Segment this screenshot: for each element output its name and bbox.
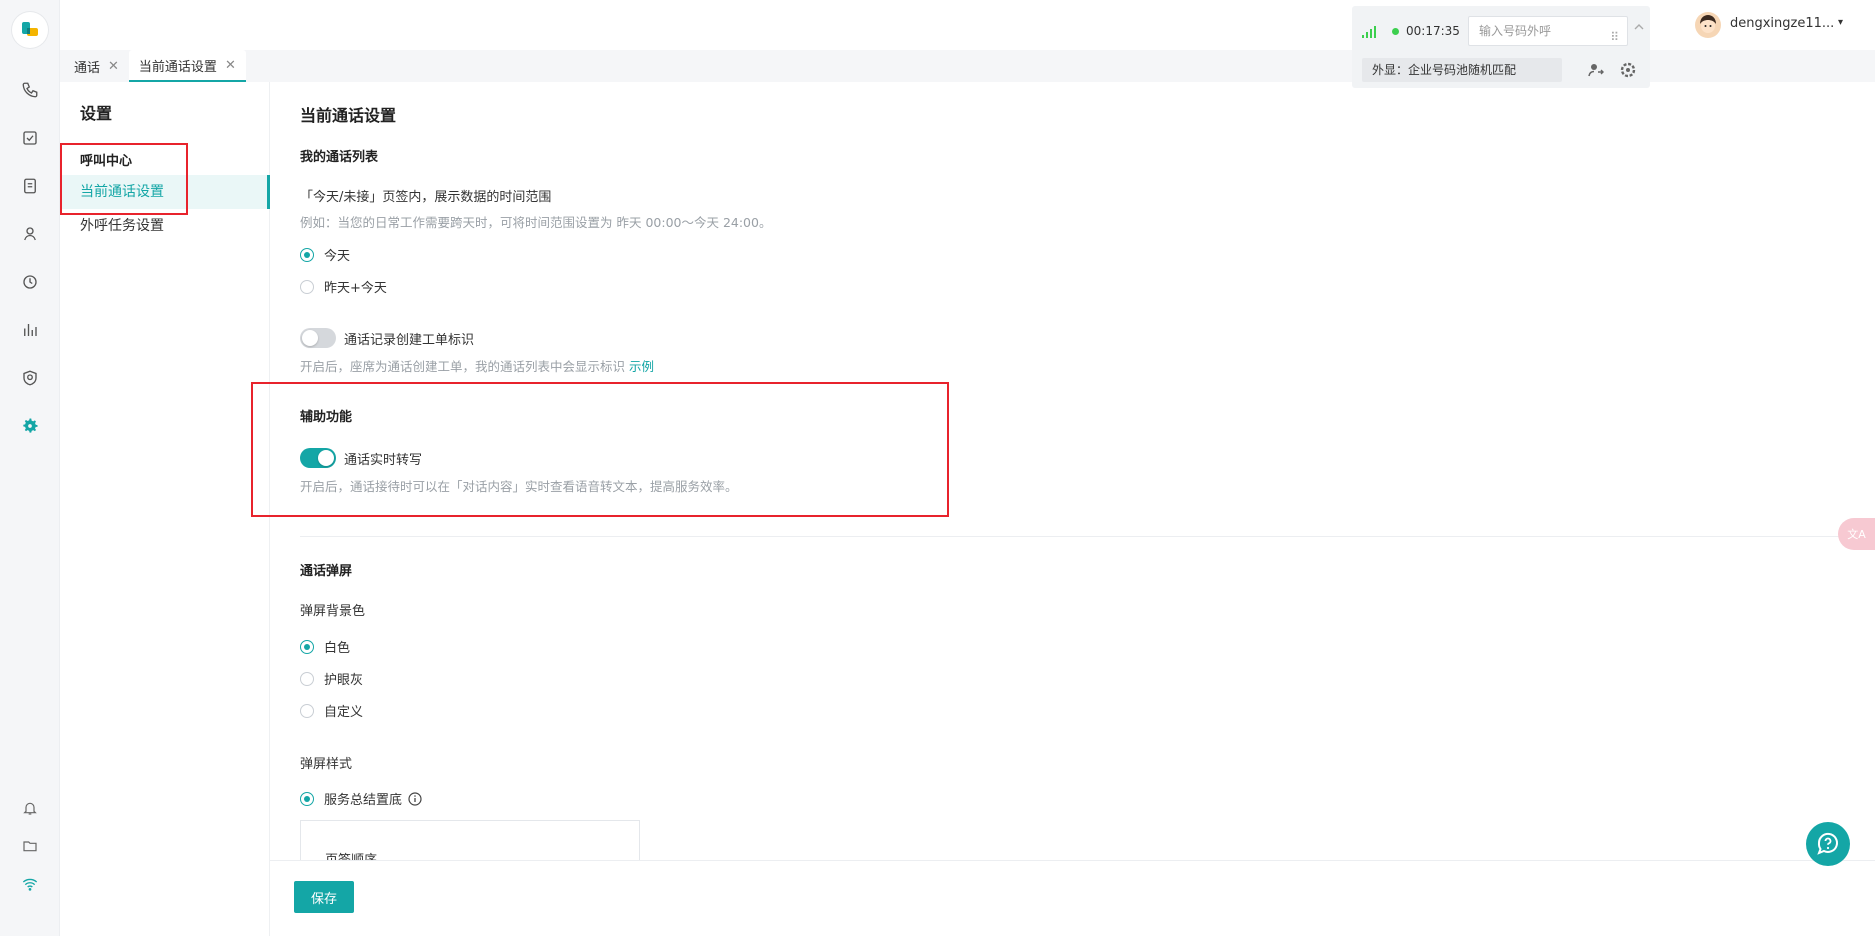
ticket-mark-switch-row: 通话记录创建工单标识 bbox=[300, 328, 474, 348]
folder-icon[interactable] bbox=[18, 834, 42, 858]
caller-display[interactable]: 外显：企业号码池随机匹配 bbox=[1362, 58, 1562, 82]
left-rail bbox=[0, 0, 60, 936]
realtime-transcription-toggle[interactable] bbox=[300, 448, 336, 468]
ticket-mark-hint: 开启后，座席为通话创建工单，我的通话列表中会显示标识 示例 bbox=[300, 356, 654, 375]
radio-label: 服务总结置底 bbox=[324, 793, 403, 808]
radio-label: 昨天+今天 bbox=[324, 281, 387, 296]
tab-label: 当前通话设置 bbox=[138, 59, 217, 75]
transcription-hint: 开启后，通话接待时可以在「对话内容」实时查看语音转文本，提高服务效率。 bbox=[300, 479, 738, 494]
bar-chart-icon[interactable] bbox=[18, 318, 42, 342]
radio-yesterday-today[interactable]: 昨天+今天 bbox=[300, 277, 387, 296]
close-icon[interactable]: ✕ bbox=[225, 58, 236, 73]
info-icon[interactable] bbox=[408, 791, 422, 806]
help-question-icon bbox=[1817, 832, 1838, 855]
call-list-hint: 例如：当您的日常工作需要跨天时，可将时间范围设置为 昨天 00:00～今天 24… bbox=[300, 215, 772, 230]
settings-gear-icon[interactable] bbox=[18, 414, 42, 438]
radio-label: 今天 bbox=[324, 249, 351, 264]
help-float-button[interactable] bbox=[1806, 822, 1850, 866]
radio-dot bbox=[300, 247, 314, 262]
popup-style-label: 弹屏样式 bbox=[300, 757, 353, 772]
sidebar-title: 设置 bbox=[80, 104, 113, 123]
task-check-icon[interactable] bbox=[18, 126, 42, 150]
dial-input[interactable]: 输入号码外呼 ⠿ bbox=[1468, 16, 1628, 46]
sidebar-group-call-center: 呼叫中心 bbox=[80, 154, 133, 169]
widget-settings-icon[interactable] bbox=[1620, 62, 1636, 78]
radio-label: 白色 bbox=[324, 641, 351, 656]
section-divider bbox=[300, 536, 1875, 537]
radio-bg-white[interactable]: 白色 bbox=[300, 637, 350, 656]
page-title: 当前通话设置 bbox=[300, 106, 397, 125]
app-logo[interactable] bbox=[12, 12, 48, 48]
radio-label: 护眼灰 bbox=[324, 673, 364, 688]
dial-placeholder: 输入号码外呼 bbox=[1479, 24, 1552, 38]
transcription-switch-row: 通话实时转写 bbox=[300, 448, 422, 468]
radio-dot bbox=[300, 791, 314, 806]
bell-icon[interactable] bbox=[18, 796, 42, 820]
radio-label: 自定义 bbox=[324, 705, 364, 720]
translate-float-button[interactable]: 文A bbox=[1838, 518, 1875, 550]
save-button[interactable]: 保存 bbox=[294, 881, 354, 913]
settings-main: 当前通话设置 我的通话列表 「今天/未接」页签内，展示数据的时间范围 例如：当您… bbox=[270, 82, 1875, 936]
contacts-icon[interactable] bbox=[18, 222, 42, 246]
agent-transfer-icon[interactable] bbox=[1588, 62, 1604, 78]
close-icon[interactable]: ✕ bbox=[108, 59, 119, 74]
radio-bg-custom[interactable]: 自定义 bbox=[300, 701, 363, 720]
signal-icon bbox=[1362, 26, 1376, 38]
user-name[interactable]: dengxingze11... bbox=[1730, 16, 1834, 31]
radio-dot bbox=[300, 671, 314, 686]
call-widget: 00:17:35 输入号码外呼 ⠿ 外显：企业号码池随机匹配 bbox=[1352, 6, 1650, 88]
section-heading-popup: 通话弹屏 bbox=[300, 564, 353, 579]
phone-icon[interactable] bbox=[18, 78, 42, 102]
tab-current-call-settings[interactable]: 当前通话设置 ✕ bbox=[128, 50, 246, 82]
tab-label: 通话 bbox=[74, 60, 101, 76]
history-clock-icon[interactable] bbox=[18, 270, 42, 294]
tab-call[interactable]: 通话 ✕ bbox=[64, 50, 129, 82]
hint-text: 开启后，座席为通话创建工单，我的通话列表中会显示标识 bbox=[300, 359, 626, 374]
status-dot bbox=[1392, 28, 1399, 35]
example-link[interactable]: 示例 bbox=[629, 359, 654, 374]
radio-dot bbox=[300, 703, 314, 718]
app-root: 通话 ✕ 当前通话设置 ✕ 设置 呼叫中心 当前通话设置 外呼任务设置 当前通话… bbox=[0, 0, 1875, 936]
call-list-description: 「今天/未接」页签内，展示数据的时间范围 bbox=[300, 190, 552, 205]
popup-bg-label: 弹屏背景色 bbox=[300, 604, 366, 619]
radio-dot bbox=[300, 639, 314, 654]
footer-bar: 保存 bbox=[270, 860, 1875, 936]
keypad-icon[interactable]: ⠿ bbox=[1610, 23, 1619, 51]
call-timer: 00:17:35 bbox=[1406, 24, 1460, 38]
radio-summary-bottom[interactable]: 服务总结置底 bbox=[300, 789, 422, 808]
ticket-mark-toggle[interactable] bbox=[300, 328, 336, 348]
toggle-label: 通话实时转写 bbox=[344, 452, 423, 468]
section-heading-call-list: 我的通话列表 bbox=[300, 150, 379, 165]
caret-down-icon[interactable]: ▾ bbox=[1838, 17, 1843, 28]
sidebar-item-current-call-settings[interactable]: 当前通话设置 bbox=[60, 175, 270, 209]
shield-icon[interactable] bbox=[18, 366, 42, 390]
radio-dot bbox=[300, 279, 314, 294]
radio-bg-eye-gray[interactable]: 护眼灰 bbox=[300, 669, 363, 688]
settings-sidebar: 设置 呼叫中心 当前通话设置 外呼任务设置 bbox=[60, 82, 270, 936]
wifi-icon bbox=[18, 872, 42, 896]
document-icon[interactable] bbox=[18, 174, 42, 198]
radio-today[interactable]: 今天 bbox=[300, 245, 350, 264]
section-heading-assist: 辅助功能 bbox=[300, 410, 353, 425]
sidebar-item-outbound-task-settings[interactable]: 外呼任务设置 bbox=[60, 209, 270, 243]
chevron-up-icon[interactable] bbox=[1634, 22, 1644, 32]
toggle-label: 通话记录创建工单标识 bbox=[344, 332, 475, 348]
avatar[interactable] bbox=[1695, 12, 1721, 38]
